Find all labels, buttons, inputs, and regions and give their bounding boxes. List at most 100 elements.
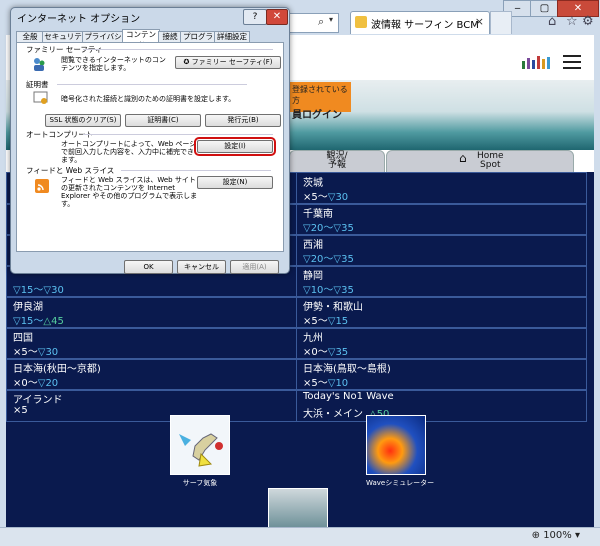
region-wave-value: ▽15〜△45 bbox=[13, 312, 64, 327]
japan-map-icon bbox=[179, 433, 223, 467]
tab-general[interactable]: 全般 bbox=[16, 31, 44, 42]
tab-close-icon[interactable]: × bbox=[475, 15, 484, 28]
tab-forecast[interactable]: 観況/ 予報 bbox=[289, 150, 385, 173]
ok-button[interactable]: OK bbox=[124, 260, 173, 274]
browser-window: ‒ ▢ ✕ ⌕ ▾ 波情報 サーフィン BCM × ⌂ ☆ ⚙ 登録されている方… bbox=[0, 0, 600, 546]
region-name: 伊良湖 bbox=[13, 302, 43, 313]
region-name: 西湘 bbox=[303, 240, 323, 251]
region-cell[interactable]: 静岡 ▽10〜▽35 bbox=[296, 265, 587, 298]
region-wave-value: ▽20〜▽35 bbox=[303, 219, 354, 234]
region-cell[interactable]: アイランド ×5 bbox=[6, 389, 297, 422]
family-safety-button[interactable]: ✪ ファミリー セーフティ(F) bbox=[175, 56, 281, 69]
autocomplete-desc: オートコンプリートによって、Web ページで前回入力した内容を、入力中に補完でき… bbox=[61, 140, 197, 164]
card-surf-weather-label: サーフ気象 bbox=[182, 479, 218, 487]
region-wave-value: ▽10〜▽35 bbox=[303, 281, 354, 296]
wave-value-range: ▽30 bbox=[37, 347, 59, 358]
wave-value-range: ▽15 bbox=[327, 316, 349, 327]
region-name: Today's No1 Wave bbox=[303, 391, 394, 402]
site-logo-bars-icon bbox=[522, 55, 552, 69]
region-wave-value: ×0〜▽35 bbox=[303, 343, 348, 358]
browser-tab-active[interactable]: 波情報 サーフィン BCM × bbox=[350, 11, 490, 34]
region-wave-value: ×5〜▽30 bbox=[303, 188, 348, 203]
wave-value-range: ▽15〜▽30 bbox=[13, 285, 64, 296]
status-bar: ⊕ 100% ▾ bbox=[0, 527, 600, 546]
dropdown-icon[interactable]: ▾ bbox=[329, 15, 333, 24]
region-cell[interactable]: 伊良湖 ▽15〜△45 bbox=[6, 296, 297, 329]
card-surf-weather[interactable]: サーフ気象 bbox=[170, 415, 230, 488]
region-wave-value: ×5 bbox=[13, 405, 28, 416]
region-cell[interactable]: 四国 ×5〜▽30 bbox=[6, 327, 297, 360]
site-favicon-icon bbox=[355, 16, 367, 28]
new-tab-button[interactable] bbox=[490, 11, 512, 34]
home-icon[interactable]: ⌂ bbox=[548, 14, 556, 29]
wave-value-prefix: ×5〜 bbox=[303, 378, 328, 389]
browser-tab-title: 波情報 サーフィン BCM bbox=[371, 20, 479, 31]
hamburger-menu-icon[interactable] bbox=[563, 55, 581, 69]
region-cell[interactable]: 日本海(秋田〜京都) ×0〜▽20 bbox=[6, 358, 297, 391]
wave-value-range: ▽20 bbox=[37, 378, 59, 389]
tools-gear-icon[interactable]: ⚙ bbox=[582, 14, 594, 29]
wave-value-prefix: ×0〜 bbox=[303, 347, 328, 358]
favorites-star-icon[interactable]: ☆ bbox=[566, 14, 578, 29]
dropdown-icon: ▾ bbox=[574, 530, 580, 541]
region-name: 静岡 bbox=[303, 271, 323, 282]
region-name: 茨城 bbox=[303, 178, 323, 189]
card-wave-simulator-label: Waveシミュレーター bbox=[366, 479, 435, 487]
tab-advanced[interactable]: 詳細設定 bbox=[214, 31, 250, 42]
tab-privacy[interactable]: プライバシー bbox=[82, 31, 124, 51]
wave-simulator-image bbox=[366, 415, 426, 475]
search-icon[interactable]: ⌕ bbox=[318, 15, 324, 29]
cancel-button[interactable]: キャンセル bbox=[177, 260, 226, 274]
certificates-header: 証明書 bbox=[26, 80, 49, 89]
tab-connections[interactable]: 接続 bbox=[158, 31, 182, 42]
divider bbox=[83, 134, 273, 135]
region-cell[interactable]: 九州 ×0〜▽35 bbox=[296, 327, 587, 360]
tab-security[interactable]: セキュリティ bbox=[42, 31, 84, 51]
wave-value-prefix: ×5〜 bbox=[303, 316, 328, 327]
region-cell[interactable]: 千葉南 ▽20〜▽35 bbox=[296, 203, 587, 236]
region-cell[interactable]: 日本海(鳥取〜島根) ×5〜▽10 bbox=[296, 358, 587, 391]
shield-icon: ✪ bbox=[183, 58, 190, 66]
certificates-button[interactable]: 証明書(C) bbox=[125, 114, 201, 127]
wave-value-range: ▽30 bbox=[327, 192, 349, 203]
wave-value-range: ▽20〜▽35 bbox=[303, 254, 354, 265]
autocomplete-settings-button[interactable]: 設定(I) bbox=[194, 137, 276, 156]
login-banner-line2: 員ログイン bbox=[292, 110, 342, 121]
help-button[interactable]: ? bbox=[243, 9, 267, 25]
family-safety-icon bbox=[31, 56, 47, 72]
region-name: 日本海(鳥取〜島根) bbox=[303, 364, 391, 375]
member-login-banner[interactable]: 登録されている方 員ログイン bbox=[289, 82, 351, 121]
apply-button[interactable]: 適用(A) bbox=[230, 260, 279, 274]
wave-value-prefix: ×5 bbox=[13, 405, 28, 416]
region-cell[interactable]: 伊勢・和歌山 ×5〜▽15 bbox=[296, 296, 587, 329]
card-wave-simulator[interactable]: Waveシミュレーター bbox=[366, 415, 435, 488]
tab-home-spot[interactable]: ⌂ Home Spot bbox=[386, 150, 574, 173]
family-safety-button-label: ファミリー セーフティ(F) bbox=[191, 58, 273, 66]
zoom-icon: ⊕ bbox=[531, 530, 540, 541]
region-name: 伊勢・和歌山 bbox=[303, 302, 363, 313]
zoom-control[interactable]: ⊕ 100% ▾ bbox=[532, 530, 580, 541]
dialog-title: インターネット オプション bbox=[17, 14, 141, 25]
region-cell[interactable]: 西湘 ▽20〜▽35 bbox=[296, 234, 587, 267]
region-name: 千葉南 bbox=[303, 209, 333, 220]
region-cell[interactable]: Today's No1 Wave大浜・メイン△50 bbox=[296, 389, 587, 422]
feeds-settings-button[interactable]: 設定(N) bbox=[197, 176, 273, 189]
region-wave-value: ×5〜▽10 bbox=[303, 374, 348, 389]
wave-photo-thumbnail[interactable] bbox=[268, 488, 328, 527]
clear-ssl-state-button[interactable]: SSL 状態のクリア(S) bbox=[45, 114, 121, 127]
tab-content[interactable]: コンテンツ bbox=[122, 29, 160, 49]
certificate-icon bbox=[33, 90, 49, 106]
address-bar[interactable]: ⌕ ▾ bbox=[288, 13, 339, 33]
region-wave-value: ×5〜▽15 bbox=[303, 312, 348, 327]
zoom-level: 100% bbox=[543, 530, 572, 541]
wave-value-prefix: 大浜・メイン bbox=[303, 409, 363, 420]
internet-options-dialog: インターネット オプション ? ✕ 全般 セキュリティ プライバシー コンテンツ… bbox=[10, 7, 290, 274]
publishers-button[interactable]: 発行元(B) bbox=[205, 114, 281, 127]
region-name: 日本海(秋田〜京都) bbox=[13, 364, 101, 375]
wave-value-up: △45 bbox=[43, 316, 64, 327]
dialog-close-button[interactable]: ✕ bbox=[266, 9, 288, 25]
content-tab-panel: ファミリー セーフティ 閲覧できるインターネットのコンテンツを指定します。 ✪ … bbox=[16, 42, 284, 252]
wave-value-range: ▽10 bbox=[327, 378, 349, 389]
region-cell[interactable]: 茨城 ×5〜▽30 bbox=[296, 172, 587, 205]
tab-programs[interactable]: プログラム bbox=[180, 31, 216, 51]
